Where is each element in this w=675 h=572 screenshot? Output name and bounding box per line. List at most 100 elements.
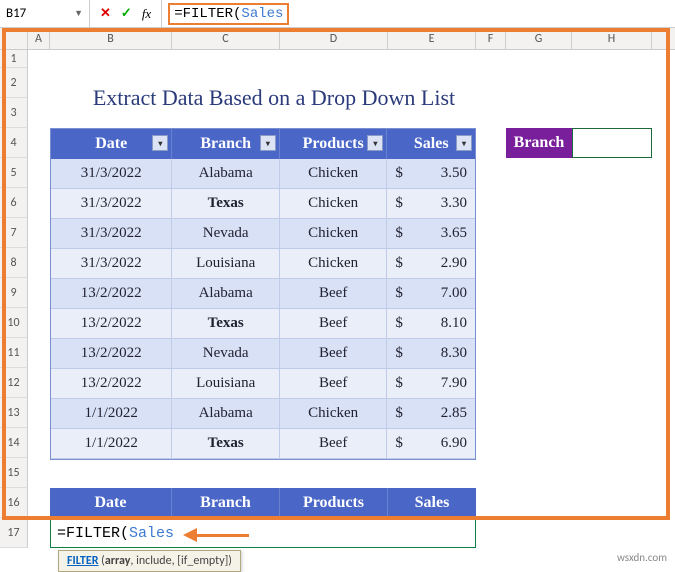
row-header[interactable]: 16 [0, 488, 28, 518]
row-header[interactable]: 12 [0, 368, 28, 398]
cell-date[interactable]: 31/3/2022 [51, 189, 172, 219]
row-header[interactable]: 11 [0, 338, 28, 368]
cell-product[interactable]: Beef [280, 279, 388, 309]
cell-product[interactable]: Beef [280, 309, 388, 339]
cell-product[interactable]: Beef [280, 429, 388, 459]
row-header[interactable]: 1 [0, 50, 28, 68]
row-header[interactable]: 10 [0, 308, 28, 338]
col-header-H[interactable]: H [572, 28, 652, 49]
col-header-E[interactable]: E [388, 28, 476, 49]
cell-sales[interactable]: $7.90 [387, 369, 475, 399]
cell-product[interactable]: Chicken [280, 159, 388, 189]
row-header[interactable]: 13 [0, 398, 28, 428]
cell-date[interactable]: 13/2/2022 [51, 339, 172, 369]
cell-sales[interactable]: $8.10 [387, 309, 475, 339]
cell-branch[interactable]: Louisiana [172, 249, 280, 279]
row-header[interactable]: 14 [0, 428, 28, 458]
cell-date[interactable]: 31/3/2022 [51, 249, 172, 279]
cell-sales[interactable]: $3.65 [387, 219, 475, 249]
col-header-G[interactable]: G [506, 28, 572, 49]
table-row[interactable]: 31/3/2022LouisianaChicken$2.90 [51, 249, 475, 279]
row-header[interactable]: 8 [0, 248, 28, 278]
filter-dropdown-icon[interactable]: ▾ [367, 135, 383, 151]
cell-branch[interactable]: Texas [172, 309, 280, 339]
tooltip-function-name[interactable]: FILTER [67, 554, 98, 568]
cell-branch[interactable]: Alabama [172, 279, 280, 309]
cell-product[interactable]: Chicken [280, 219, 388, 249]
table-row[interactable]: 13/2/2022AlabamaBeef$7.00 [51, 279, 475, 309]
cell-sales[interactable]: $3.30 [387, 189, 475, 219]
cell-date[interactable]: 1/1/2022 [51, 429, 172, 459]
cell-date[interactable]: 13/2/2022 [51, 279, 172, 309]
cell-sales[interactable]: $2.90 [387, 249, 475, 279]
cell-branch[interactable]: Texas [172, 189, 280, 219]
row-header[interactable]: 7 [0, 218, 28, 248]
function-tooltip[interactable]: FILTER (array, include, [if_empty]) [58, 550, 241, 572]
col-header-A[interactable]: A [28, 28, 50, 49]
active-cell-b17[interactable]: =FILTER(Sales [50, 518, 476, 548]
filter-dropdown-icon[interactable]: ▾ [152, 135, 168, 151]
formula-input[interactable]: =FILTER(Sales [162, 0, 675, 27]
formula-bar-buttons: ✕ ✓ fx [90, 0, 162, 27]
table-row[interactable]: 1/1/2022AlabamaChicken$2.85 [51, 399, 475, 429]
confirm-icon[interactable]: ✓ [121, 6, 132, 21]
col-header-F[interactable]: F [476, 28, 506, 49]
cell-product[interactable]: Chicken [280, 399, 388, 429]
col-sales-header[interactable]: Sales ▾ [387, 129, 475, 159]
col-sales-header[interactable]: Sales [388, 488, 476, 518]
row-header[interactable]: 4 [0, 128, 28, 158]
cell-date[interactable]: 31/3/2022 [51, 159, 172, 189]
col-header-D[interactable]: D [280, 28, 388, 49]
name-box[interactable]: B17 ▼ [0, 0, 90, 27]
cell-date[interactable]: 13/2/2022 [51, 309, 172, 339]
name-box-dropdown-icon[interactable]: ▼ [74, 8, 83, 19]
row-header[interactable]: 2 [0, 68, 28, 98]
cell-sales[interactable]: $6.90 [387, 429, 475, 459]
cell-branch[interactable]: Alabama [172, 399, 280, 429]
cell-sales[interactable]: $8.30 [387, 339, 475, 369]
table-row[interactable]: 31/3/2022NevadaChicken$3.65 [51, 219, 475, 249]
table-row[interactable]: 31/3/2022TexasChicken$3.30 [51, 189, 475, 219]
cell-sales[interactable]: $7.00 [387, 279, 475, 309]
cell-product[interactable]: Beef [280, 369, 388, 399]
cell-date[interactable]: 31/3/2022 [51, 219, 172, 249]
col-date-header[interactable]: Date ▾ [51, 129, 172, 159]
filter-dropdown-icon[interactable]: ▾ [260, 135, 276, 151]
cell-branch[interactable]: Louisiana [172, 369, 280, 399]
table-row[interactable]: 31/3/2022AlabamaChicken$3.50 [51, 159, 475, 189]
cell-product[interactable]: Chicken [280, 189, 388, 219]
branch-dropdown-cell[interactable] [572, 128, 652, 158]
table-row[interactable]: 13/2/2022TexasBeef$8.10 [51, 309, 475, 339]
cell-date[interactable]: 1/1/2022 [51, 399, 172, 429]
table-row[interactable]: 13/2/2022NevadaBeef$8.30 [51, 339, 475, 369]
cell-grid[interactable]: Extract Data Based on a Drop Down List D… [28, 50, 675, 548]
cell-branch[interactable]: Texas [172, 429, 280, 459]
col-products-header[interactable]: Products ▾ [280, 129, 388, 159]
fx-icon[interactable]: fx [142, 6, 151, 22]
cell-branch[interactable]: Nevada [172, 339, 280, 369]
row-header[interactable]: 3 [0, 98, 28, 128]
col-products-header[interactable]: Products [280, 488, 388, 518]
cell-branch[interactable]: Nevada [172, 219, 280, 249]
row-header[interactable]: 5 [0, 158, 28, 188]
row-header[interactable]: 17 [0, 518, 28, 548]
cell-sales[interactable]: $2.85 [387, 399, 475, 429]
cell-product[interactable]: Chicken [280, 249, 388, 279]
col-header-B[interactable]: B [50, 28, 172, 49]
col-header-C[interactable]: C [172, 28, 280, 49]
cell-date[interactable]: 13/2/2022 [51, 369, 172, 399]
table-row[interactable]: 13/2/2022LouisianaBeef$7.90 [51, 369, 475, 399]
row-header[interactable]: 9 [0, 278, 28, 308]
col-date-header[interactable]: Date [50, 488, 172, 518]
row-header[interactable]: 15 [0, 458, 28, 488]
table-row[interactable]: 1/1/2022TexasBeef$6.90 [51, 429, 475, 459]
filter-dropdown-icon[interactable]: ▾ [456, 135, 472, 151]
select-all-corner[interactable] [0, 28, 28, 49]
cell-product[interactable]: Beef [280, 339, 388, 369]
cancel-icon[interactable]: ✕ [100, 6, 111, 21]
col-branch-header[interactable]: Branch [172, 488, 280, 518]
col-branch-header[interactable]: Branch ▾ [172, 129, 280, 159]
cell-sales[interactable]: $3.50 [387, 159, 475, 189]
cell-branch[interactable]: Alabama [172, 159, 280, 189]
row-header[interactable]: 6 [0, 188, 28, 218]
